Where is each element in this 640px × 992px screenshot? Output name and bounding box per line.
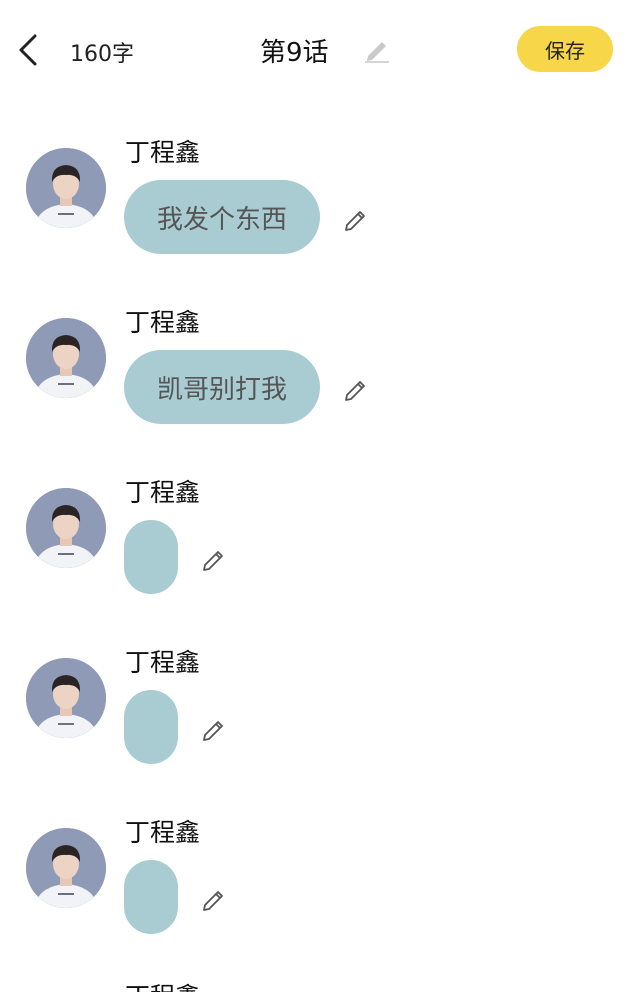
- edit-message-button[interactable]: [200, 886, 228, 914]
- avatar[interactable]: [26, 318, 106, 398]
- message-bubble[interactable]: 凯哥别打我: [124, 350, 320, 424]
- pencil-icon: [203, 891, 223, 911]
- sender-name: 丁程鑫: [125, 308, 201, 337]
- app-screen: 160字 第9话 保存 丁程鑫 我发个东西 丁程鑫 凯哥别打我 丁程鑫 丁程鑫 …: [0, 0, 640, 992]
- sender-name: 丁程鑫: [125, 648, 201, 677]
- edit-message-button[interactable]: [200, 546, 228, 574]
- edit-message-button[interactable]: [342, 376, 370, 404]
- avatar[interactable]: [26, 828, 106, 908]
- message-item: 丁程鑫: [0, 478, 640, 648]
- edit-message-button[interactable]: [342, 206, 370, 234]
- avatar[interactable]: [26, 488, 106, 568]
- pencil-icon: [345, 211, 365, 231]
- message-item: 丁程鑫: [0, 982, 640, 992]
- message-bubble[interactable]: [124, 860, 178, 934]
- message-bubble[interactable]: [124, 690, 178, 764]
- message-item: 丁程鑫 凯哥别打我: [0, 308, 640, 478]
- pencil-icon: [345, 381, 365, 401]
- message-item: 丁程鑫 我发个东西: [0, 138, 640, 308]
- message-item: 丁程鑫: [0, 818, 640, 988]
- message-bubble[interactable]: 我发个东西: [124, 180, 320, 254]
- sender-name: 丁程鑫: [125, 982, 200, 992]
- message-list: 丁程鑫 我发个东西 丁程鑫 凯哥别打我 丁程鑫 丁程鑫 丁程鑫: [0, 0, 640, 992]
- sender-name: 丁程鑫: [125, 138, 201, 167]
- avatar[interactable]: [26, 148, 106, 228]
- sender-name: 丁程鑫: [125, 818, 201, 847]
- pencil-icon: [203, 721, 223, 741]
- message-item: 丁程鑫: [0, 648, 640, 818]
- message-bubble[interactable]: [124, 520, 178, 594]
- edit-message-button[interactable]: [200, 716, 228, 744]
- avatar[interactable]: [26, 658, 106, 738]
- sender-name: 丁程鑫: [125, 478, 201, 507]
- pencil-icon: [203, 551, 223, 571]
